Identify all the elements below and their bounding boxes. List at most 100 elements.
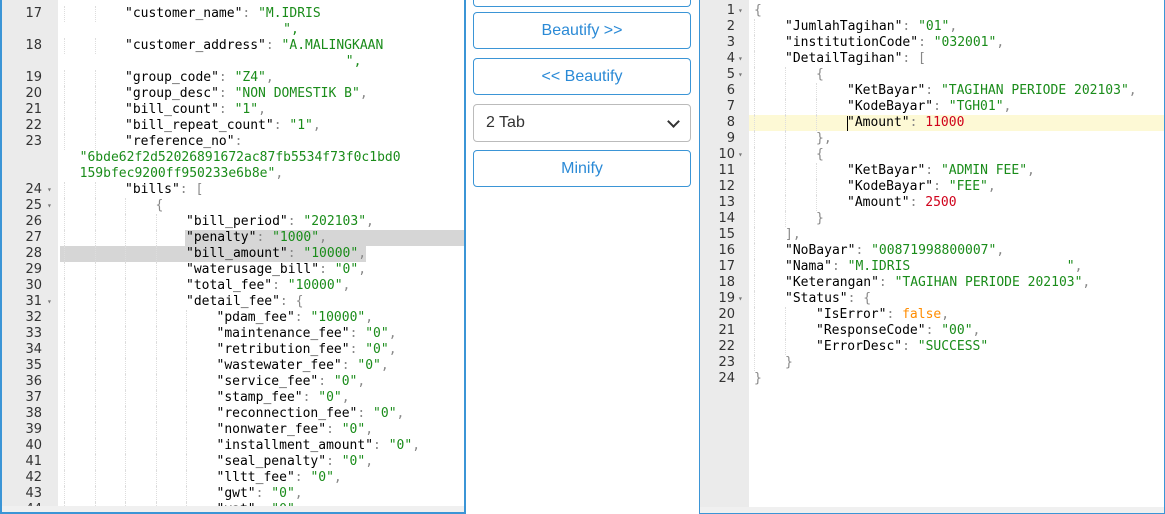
minify-button[interactable]: Minify xyxy=(473,150,691,187)
code-line[interactable]: { xyxy=(754,3,762,19)
code-line[interactable]: "IsError": false, xyxy=(816,307,949,323)
code-line[interactable]: "NoBayar": "00871998800007", xyxy=(785,243,1004,259)
code-line[interactable]: "Amount": 2500 xyxy=(847,195,957,211)
code-token: "0" xyxy=(310,470,334,485)
line-number: 7 xyxy=(726,99,735,114)
code-line[interactable]: "total_fee": "10000", xyxy=(186,278,350,294)
indent-guide xyxy=(125,294,126,310)
code-token: "1" xyxy=(234,102,259,117)
code-line[interactable]: "nonwater_fee": "0", xyxy=(217,422,374,438)
code-token: "customer_name" xyxy=(125,6,243,21)
code-line[interactable]: "KetBayar": "ADMIN FEE", xyxy=(847,163,1035,179)
code-line[interactable]: } xyxy=(754,371,762,387)
fold-toggle-icon[interactable]: ▾ xyxy=(738,291,743,307)
indent-guide xyxy=(64,374,65,390)
left-json-editor[interactable]: 17 "customer_name": "M.IDRIS ", 18 "custome… xyxy=(0,0,466,514)
code-token: , xyxy=(312,118,321,133)
code-line[interactable]: "KodeBayar": "FEE", xyxy=(847,179,996,195)
indent-guide xyxy=(155,214,157,230)
code-line[interactable]: "6bde62f2d52026891672ac87fb5534f73f0c1bd… xyxy=(64,150,401,166)
code-line[interactable]: "customer_name": "M.IDRIS xyxy=(125,6,321,22)
code-line[interactable]: "customer_address": "A.MALINGKAAN xyxy=(125,38,383,54)
code-line[interactable]: "installment_amount": "0", xyxy=(217,438,421,454)
code-line[interactable]: "reference_no": xyxy=(125,134,242,150)
indent-guide xyxy=(94,134,96,150)
fold-toggle-icon[interactable]: ▾ xyxy=(47,182,52,198)
code-line[interactable]: "Keterangan": "TAGIHAN PERIODE 202103", xyxy=(785,275,1090,291)
code-line[interactable]: "stamp_fee": "0", xyxy=(217,390,350,406)
indent-guide xyxy=(754,163,755,179)
right-horizontal-scrollbar[interactable] xyxy=(700,507,1164,513)
code-line[interactable]: } xyxy=(816,211,824,227)
code-line[interactable]: "bill_period": "202103", xyxy=(186,214,374,230)
fold-toggle-icon[interactable]: ▾ xyxy=(738,51,743,67)
code-line[interactable]: }, xyxy=(816,131,832,147)
left-horizontal-scrollbar[interactable] xyxy=(2,506,464,512)
indent-select[interactable]: 2 Tab xyxy=(473,104,691,142)
code-token: } xyxy=(816,211,824,226)
code-line[interactable]: { xyxy=(156,198,164,214)
right-json-editor[interactable]: 1 ▾{2 "JumlahTagihan": "01", 3 "institutionC… xyxy=(699,0,1165,514)
code-line[interactable]: "DetailTagihan": [ xyxy=(785,51,926,67)
code-line[interactable]: "Amount": 11000 xyxy=(847,115,964,131)
code-line[interactable]: "ErrorDesc": "SUCCESS" xyxy=(816,339,988,355)
code-line[interactable]: "Status": { xyxy=(785,291,871,307)
fold-toggle-icon[interactable]: ▾ xyxy=(738,147,743,163)
code-line[interactable]: "reconnection_fee": "0", xyxy=(217,406,405,422)
code-line[interactable]: "group_desc": "NON DOMESTIK B", xyxy=(125,86,368,102)
code-line[interactable]: 159bfec9200ff950233e6b8e", xyxy=(64,166,284,182)
indent-guide xyxy=(94,390,96,406)
code-line[interactable]: "retribution_fee": "0", xyxy=(217,342,397,358)
indent-guide xyxy=(64,310,65,326)
toolbar-top-button-edge[interactable] xyxy=(473,0,691,7)
code-line[interactable]: "KetBayar": "TAGIHAN PERIODE 202103", xyxy=(847,83,1137,99)
code-line[interactable]: } xyxy=(785,355,793,371)
code-line[interactable]: "group_code": "Z4", xyxy=(125,70,274,86)
code-line[interactable]: "waterusage_bill": "0", xyxy=(186,262,366,278)
indent-guide xyxy=(754,195,755,211)
code-token: "IsError" xyxy=(816,307,887,322)
code-token: , xyxy=(365,454,374,469)
code-line[interactable]: { xyxy=(816,67,824,83)
indent-guide xyxy=(155,358,157,374)
code-line[interactable]: "JumlahTagihan": "01", xyxy=(785,19,957,35)
code-line[interactable]: "institutionCode": "032001", xyxy=(785,35,1004,51)
beautify-left-button[interactable]: << Beautify xyxy=(473,58,691,95)
code-line[interactable]: "service_fee": "0", xyxy=(217,374,366,390)
code-line[interactable]: "KodeBayar": "TGH01", xyxy=(847,99,1011,115)
code-token: , xyxy=(1074,259,1083,274)
code-line[interactable]: "pdam_fee": "10000", xyxy=(217,310,374,326)
code-line[interactable]: "wastewater_fee": "0", xyxy=(217,358,389,374)
code-token: "Status" xyxy=(785,291,848,306)
code-line[interactable]: "detail_fee": { xyxy=(186,294,303,310)
indent-select-value: 2 Tab xyxy=(486,114,525,131)
code-line[interactable]: "seal_penalty": "0", xyxy=(217,454,374,470)
code-line[interactable]: "lltt_fee": "0", xyxy=(217,470,342,486)
code-token: , xyxy=(357,374,366,389)
code-line[interactable]: ", xyxy=(64,22,299,38)
code-line[interactable]: "bill_amount": "10000", xyxy=(186,246,366,262)
code-line[interactable]: "gwt": "0", xyxy=(217,486,303,502)
code-token: , xyxy=(365,310,374,325)
indent-guide xyxy=(94,6,96,22)
code-line[interactable]: "ResponseCode": "00", xyxy=(816,323,980,339)
fold-toggle-icon[interactable]: ▾ xyxy=(47,198,52,214)
fold-toggle-icon[interactable]: ▾ xyxy=(738,3,743,19)
code-line[interactable]: "maintenance_fee": "0", xyxy=(217,326,397,342)
code-token: "penalty" xyxy=(186,230,257,245)
code-line[interactable]: "bill_count": "1", xyxy=(125,102,266,118)
indent-guide xyxy=(94,358,96,374)
fold-toggle-icon[interactable]: ▾ xyxy=(47,294,52,310)
code-line[interactable]: ", xyxy=(64,54,362,70)
code-line[interactable]: "penalty": "1000", xyxy=(186,230,327,246)
code-token: { xyxy=(155,198,164,213)
code-line[interactable]: ], xyxy=(785,227,801,243)
code-line[interactable]: "Nama": "M.IDRIS ", xyxy=(785,259,1082,275)
fold-toggle-icon[interactable]: ▾ xyxy=(738,67,743,83)
code-line[interactable]: { xyxy=(816,147,824,163)
beautify-right-button[interactable]: Beautify >> xyxy=(473,12,691,49)
indent-guide xyxy=(155,278,157,294)
code-line[interactable]: "bill_repeat_count": "1", xyxy=(125,118,321,134)
code-line[interactable]: "bills": [ xyxy=(125,182,203,198)
indent-guide xyxy=(186,454,187,470)
